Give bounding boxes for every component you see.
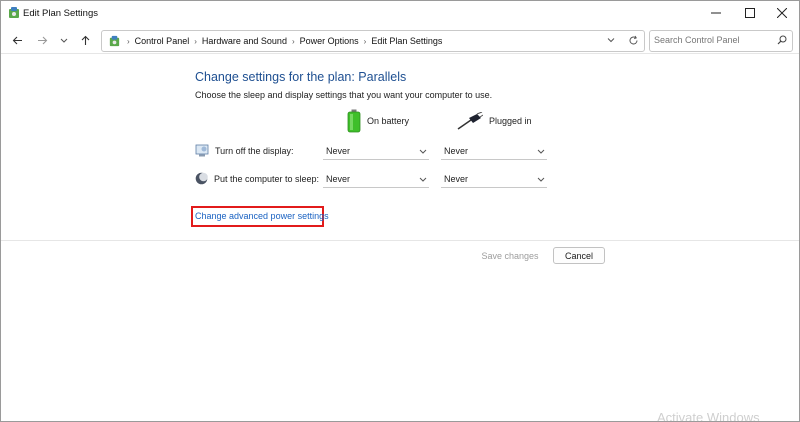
arrow-left-icon — [12, 36, 22, 44]
chevron-down-icon[interactable] — [606, 35, 616, 45]
maximize-icon — [745, 8, 755, 18]
activation-watermark: Activate Windows — [657, 410, 760, 422]
page-title: Change settings for the plan: Parallels — [195, 70, 407, 84]
setting-text-sleep: Put the computer to sleep: — [214, 173, 320, 184]
control-panel-icon — [9, 7, 19, 18]
chevron-down-icon — [537, 149, 545, 154]
breadcrumb-power-options[interactable]: Power Options — [297, 36, 362, 46]
close-button[interactable] — [765, 1, 799, 25]
chevron-down-icon — [419, 177, 427, 182]
refresh-icon — [629, 35, 637, 44]
column-header-on-battery: On battery — [347, 109, 409, 133]
chevron-right-icon: › — [291, 36, 295, 46]
select-value: Never — [326, 146, 351, 156]
cancel-button[interactable]: Cancel — [553, 247, 605, 264]
control-panel-icon — [109, 35, 120, 46]
select-value: Never — [444, 146, 469, 156]
navigation-bar: › Control Panel › Hardware and Sound › P… — [1, 27, 799, 53]
breadcrumb-edit-plan-settings[interactable]: Edit Plan Settings — [368, 36, 445, 46]
setting-label-sleep: Put the computer to sleep: — [195, 172, 319, 185]
forward-button[interactable] — [34, 32, 50, 48]
arrow-up-icon — [81, 35, 89, 45]
display-plugged-select[interactable]: Never — [441, 143, 547, 160]
window: Edit Plan Settings › Control Panel › Har… — [0, 0, 800, 422]
chevron-down-icon — [419, 149, 427, 154]
sleep-plugged-select[interactable]: Never — [441, 171, 547, 188]
setting-label-display: Turn off the display: — [195, 144, 294, 157]
power-plug-icon — [457, 112, 483, 130]
chevron-right-icon: › — [127, 36, 130, 46]
minimize-button[interactable] — [699, 1, 733, 25]
page-description: Choose the sleep and display settings th… — [195, 90, 493, 100]
breadcrumb-control-panel[interactable]: Control Panel — [132, 36, 193, 46]
maximize-button[interactable] — [733, 1, 767, 25]
close-icon — [777, 8, 787, 18]
sleep-moon-icon — [195, 172, 208, 185]
column-header-plugged-in: Plugged in — [457, 112, 532, 130]
battery-icon — [347, 109, 361, 133]
recent-locations-button[interactable] — [56, 32, 72, 48]
search-input[interactable] — [654, 33, 770, 47]
up-button[interactable] — [77, 32, 93, 48]
sleep-battery-select[interactable]: Never — [323, 171, 429, 188]
search-icon[interactable] — [777, 35, 787, 45]
search-box[interactable] — [649, 30, 793, 52]
select-value: Never — [326, 174, 351, 184]
chevron-right-icon: › — [363, 36, 367, 46]
title-bar: Edit Plan Settings — [1, 1, 799, 27]
display-battery-select[interactable]: Never — [323, 143, 429, 160]
advanced-power-settings-link[interactable]: Change advanced power settings — [195, 211, 329, 221]
display-icon — [195, 144, 209, 157]
divider — [1, 240, 799, 241]
breadcrumb: › Control Panel › Hardware and Sound › P… — [108, 31, 445, 51]
column-label-plugged: Plugged in — [489, 116, 532, 126]
save-changes-button[interactable]: Save changes — [473, 247, 547, 264]
column-label-battery: On battery — [367, 116, 410, 126]
setting-text-display: Turn off the display: — [215, 145, 294, 156]
chevron-down-icon — [537, 177, 545, 182]
select-value: Never — [444, 174, 469, 184]
breadcrumb-hardware-and-sound[interactable]: Hardware and Sound — [199, 36, 290, 46]
back-button[interactable] — [9, 32, 25, 48]
chevron-down-icon — [60, 38, 68, 43]
address-bar[interactable]: › Control Panel › Hardware and Sound › P… — [101, 30, 645, 52]
arrow-right-icon — [37, 36, 47, 44]
chevron-right-icon: › — [194, 36, 197, 46]
divider — [1, 53, 799, 54]
minimize-icon — [711, 12, 721, 14]
window-title: Edit Plan Settings — [23, 8, 98, 19]
refresh-button[interactable] — [625, 32, 641, 48]
